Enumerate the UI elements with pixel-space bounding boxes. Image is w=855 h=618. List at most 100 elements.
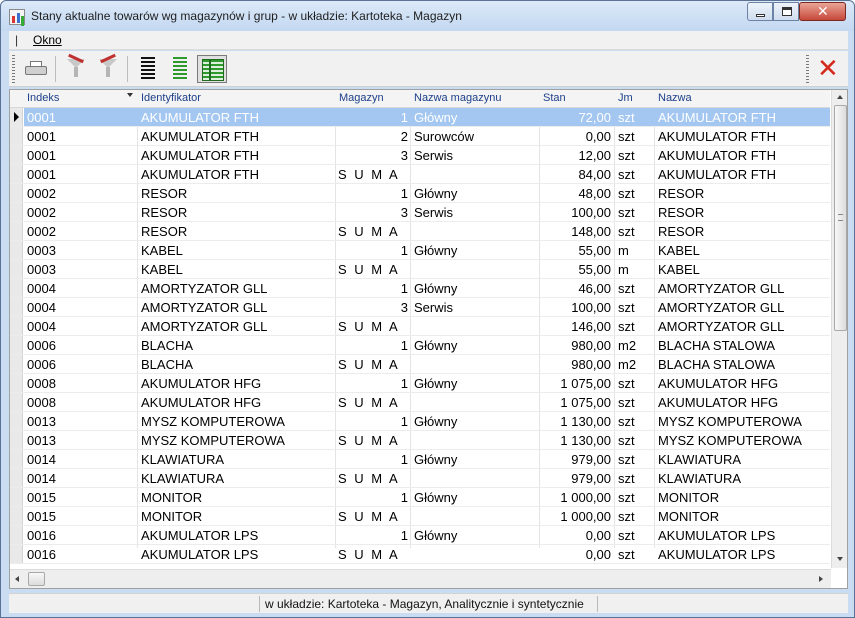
horizontal-scroll-thumb[interactable]: [28, 572, 45, 586]
cell-jm: szt: [618, 186, 635, 201]
vertical-scrollbar[interactable]: [831, 90, 847, 568]
table-row[interactable]: 0008 AKUMULATOR HFG S U M A 1 075,00 szt AKUM…: [10, 393, 830, 412]
row-indicator[interactable]: [10, 203, 23, 221]
row-indicator[interactable]: [10, 450, 23, 468]
cell-nazwa: AKUMULATOR FTH: [658, 167, 776, 182]
row-indicator[interactable]: [10, 279, 23, 297]
table-row[interactable]: 0014 KLAWIATURA 1 Główny 979,00 szt KLAWIATURA: [10, 450, 830, 469]
table-row[interactable]: 0002 RESOR S U M A 148,00 szt RESOR: [10, 222, 830, 241]
column-header-stan[interactable]: Stan: [543, 92, 566, 104]
row-indicator[interactable]: [10, 241, 23, 259]
row-indicator[interactable]: [10, 412, 23, 430]
row-indicator[interactable]: [10, 355, 23, 373]
row-indicator[interactable]: [10, 146, 23, 164]
filter-button[interactable]: [61, 53, 91, 83]
table-row[interactable]: 0006 BLACHA 1 Główny 980,00 m2 BLACHA STALOWA: [10, 336, 830, 355]
title-bar[interactable]: Stany aktualne towarów wg magazynów i gr…: [1, 1, 854, 31]
row-indicator[interactable]: [10, 317, 23, 335]
view-grid-button[interactable]: [197, 55, 227, 83]
cell-jm: szt: [618, 490, 635, 505]
window-close-button[interactable]: ✕: [799, 2, 846, 21]
table-row[interactable]: 0001 AKUMULATOR FTH 2 Surowców 0,00 szt AKUMUL…: [10, 127, 830, 146]
table-row[interactable]: 0008 AKUMULATOR HFG 1 Główny 1 075,00 szt AKUM…: [10, 374, 830, 393]
cell-stan: 55,00: [578, 243, 611, 258]
scroll-right-icon[interactable]: [819, 576, 823, 582]
menu-item-okno[interactable]: Okno: [33, 33, 62, 47]
table-row[interactable]: 0004 AMORTYZATOR GLL 1 Główny 46,00 szt AMORTY…: [10, 279, 830, 298]
row-indicator[interactable]: [10, 108, 23, 126]
table-row[interactable]: 0001 AKUMULATOR FTH 1 Główny 72,00 szt AKUMULA…: [10, 108, 830, 127]
toolbar-grip[interactable]: [12, 55, 15, 83]
print-button[interactable]: [21, 55, 51, 83]
row-indicator[interactable]: [10, 336, 23, 354]
cell-stan: 1 130,00: [560, 414, 611, 429]
view-list-green-button[interactable]: [165, 55, 195, 83]
table-row[interactable]: 0004 AMORTYZATOR GLL S U M A 146,00 szt AMORT…: [10, 317, 830, 336]
window-title: Stany aktualne towarów wg magazynów i gr…: [31, 9, 462, 23]
app-icon[interactable]: [9, 9, 25, 25]
row-indicator[interactable]: [10, 184, 23, 202]
table-row[interactable]: 0016 AKUMULATOR LPS 1 Główny 0,00 szt AKUMULAT…: [10, 526, 830, 545]
row-indicator[interactable]: [10, 298, 23, 316]
cell-magazyn: S U M A: [338, 319, 400, 334]
table-row[interactable]: 0004 AMORTYZATOR GLL 3 Serwis 100,00 szt AMORT…: [10, 298, 830, 317]
column-header-nazwa[interactable]: Nazwa: [658, 92, 692, 104]
cell-jm: szt: [618, 433, 635, 448]
row-indicator[interactable]: [10, 127, 23, 145]
table-row[interactable]: 0002 RESOR 1 Główny 48,00 szt RESOR: [10, 184, 830, 203]
cell-jm: szt: [618, 110, 635, 125]
table-row[interactable]: 0006 BLACHA S U M A 980,00 m2 BLACHA STALOWA: [10, 355, 830, 374]
toolbar-grip[interactable]: [806, 55, 809, 83]
row-indicator[interactable]: [10, 469, 23, 487]
row-indicator[interactable]: [10, 393, 23, 411]
row-indicator[interactable]: [10, 431, 23, 449]
table-row[interactable]: 0014 KLAWIATURA S U M A 979,00 szt KLAWIATURA: [10, 469, 830, 488]
table-row[interactable]: 0016 AKUMULATOR LPS S U M A 0,00 szt AKUMULAT…: [10, 545, 830, 564]
cell-nazwa: KLAWIATURA: [658, 452, 742, 467]
row-indicator[interactable]: [10, 260, 23, 278]
table-row[interactable]: 0015 MONITOR 1 Główny 1 000,00 szt MONITOR: [10, 488, 830, 507]
view-list-button[interactable]: [133, 55, 163, 83]
row-indicator[interactable]: [10, 165, 23, 183]
filter-clear-button[interactable]: [93, 53, 123, 83]
column-header-nazwa-magazynu[interactable]: Nazwa magazynu: [414, 92, 501, 104]
scroll-left-icon[interactable]: [15, 576, 19, 582]
close-icon: ✕: [817, 4, 829, 20]
row-indicator[interactable]: [10, 507, 23, 525]
cell-indeks: 0008: [27, 395, 56, 410]
column-header-magazyn[interactable]: Magazyn: [339, 92, 384, 104]
cell-nazwa-magazynu: Główny: [414, 281, 458, 296]
table-row[interactable]: 0003 KABEL 1 Główny 55,00 m KABEL: [10, 241, 830, 260]
cell-magazyn: 3: [400, 300, 408, 315]
table-row[interactable]: 0013 MYSZ KOMPUTEROWA 1 Główny 1 130,00 szt MY…: [10, 412, 830, 431]
cell-nazwa-magazynu: Serwis: [414, 205, 454, 220]
vertical-scroll-thumb[interactable]: [834, 105, 847, 331]
scroll-down-icon[interactable]: [837, 557, 843, 561]
column-header-jm[interactable]: Jm: [618, 92, 633, 104]
table-row[interactable]: 0002 RESOR 3 Serwis 100,00 szt RESOR: [10, 203, 830, 222]
column-header-identyfikator[interactable]: Identyfikator: [141, 92, 201, 104]
cell-nazwa-magazynu: Główny: [414, 243, 458, 258]
sort-desc-icon: [127, 93, 133, 97]
row-indicator[interactable]: [10, 545, 23, 563]
cell-nazwa: RESOR: [658, 224, 705, 239]
maximize-button[interactable]: [773, 2, 799, 21]
table-row[interactable]: 0001 AKUMULATOR FTH S U M A 84,00 szt AKUMULA…: [10, 165, 830, 184]
row-indicator[interactable]: [10, 222, 23, 240]
scroll-up-icon[interactable]: [837, 95, 843, 99]
cell-jm: szt: [618, 414, 635, 429]
row-indicator[interactable]: [10, 374, 23, 392]
table-row[interactable]: 0001 AKUMULATOR FTH 3 Serwis 12,00 szt AKUMULA…: [10, 146, 830, 165]
minimize-button[interactable]: [747, 2, 773, 21]
cell-magazyn: 1: [400, 490, 408, 505]
table-row[interactable]: 0015 MONITOR S U M A 1 000,00 szt MONITOR: [10, 507, 830, 526]
column-header-indeks[interactable]: Indeks: [27, 92, 59, 104]
horizontal-scrollbar[interactable]: [10, 569, 831, 588]
table-row[interactable]: 0003 KABEL S U M A 55,00 m KABEL: [10, 260, 830, 279]
cell-stan: 84,00: [578, 167, 611, 182]
row-indicator[interactable]: [10, 488, 23, 506]
row-indicator[interactable]: [10, 526, 23, 544]
table-row[interactable]: 0013 MYSZ KOMPUTEROWA S U M A 1 130,00 szt MY…: [10, 431, 830, 450]
close-view-button[interactable]: ✕: [813, 55, 843, 83]
cell-identyfikator: AKUMULATOR LPS: [141, 528, 259, 543]
